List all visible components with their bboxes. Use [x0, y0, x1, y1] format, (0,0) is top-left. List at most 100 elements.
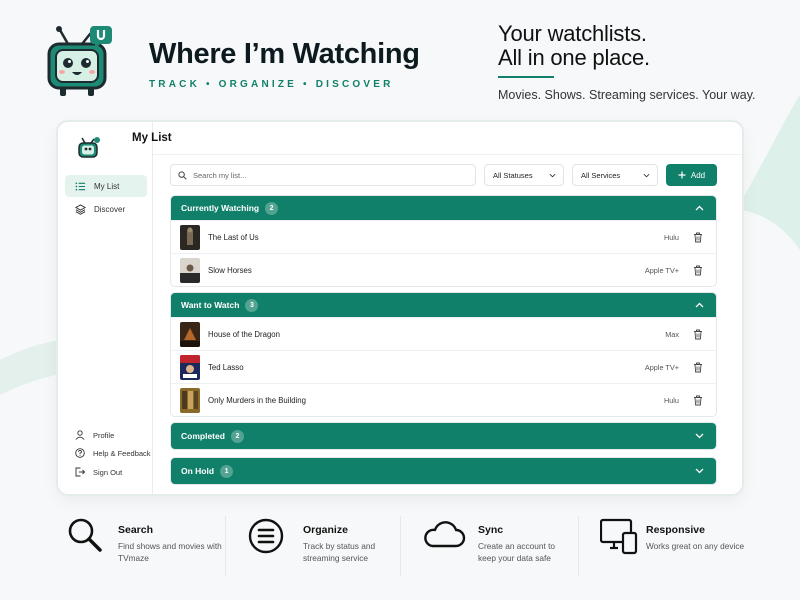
tv-mascot-logo [47, 26, 112, 96]
hero-text: Your watchlists. All in one place. Movie… [498, 22, 788, 102]
brand-tagline: TRACK • ORGANIZE • DISCOVER [149, 79, 394, 90]
layers-icon [75, 203, 86, 215]
poster-thumbnail [180, 224, 200, 250]
feature-title: Responsive [646, 524, 705, 536]
trash-icon[interactable] [693, 232, 703, 243]
item-title: House of the Dragon [208, 329, 280, 339]
list-item[interactable]: Slow Horses Apple TV+ [171, 253, 716, 286]
group-completed: Completed 2 [170, 422, 717, 450]
poster-thumbnail [180, 321, 200, 347]
feature-title: Organize [303, 524, 348, 536]
group-name: Want to Watch [181, 300, 240, 310]
sidebar-item-label: My List [94, 181, 120, 191]
app-logo-icon [78, 137, 100, 158]
search-box[interactable] [170, 164, 476, 186]
group-name: Completed [181, 431, 225, 441]
help-icon [75, 448, 85, 458]
magnifier-icon [68, 518, 102, 552]
chevron-down-icon [549, 173, 556, 177]
sidebar-item-sign-out[interactable]: Sign Out [75, 467, 122, 477]
status-filter-select[interactable]: All Statuses [484, 164, 564, 186]
feature-description: Works great on any device [646, 541, 745, 551]
poster-thumbnail [180, 354, 200, 380]
poster-thumbnail [180, 387, 200, 413]
page-title: My List [132, 132, 172, 144]
feature-responsive: Responsive Works great on any device [600, 508, 780, 580]
hero-divider [498, 76, 554, 78]
group-count-badge: 3 [245, 298, 259, 312]
search-icon [178, 170, 187, 180]
group-currently-watching: Currently Watching 2 The Last of Us Hulu… [170, 195, 717, 287]
group-on-hold: On Hold 1 [170, 457, 717, 485]
feature-divider [400, 516, 401, 576]
sidebar-item-label: Help & Feedback [93, 448, 151, 458]
group-header[interactable]: Completed 2 [171, 423, 716, 449]
user-icon [75, 430, 85, 440]
list-item[interactable]: Only Murders in the Building Hulu [171, 383, 716, 416]
trash-icon[interactable] [693, 395, 703, 406]
group-header[interactable]: On Hold 1 [171, 458, 716, 484]
group-count-badge: 2 [230, 429, 244, 443]
item-service: Apple TV+ [644, 265, 679, 275]
sign-out-icon [75, 467, 85, 477]
devices-icon [600, 518, 638, 555]
feature-divider [225, 516, 226, 576]
sidebar: My List Discover Profile Help & Feedback… [58, 122, 153, 494]
list-toolbar: All Statuses All Services Add [170, 164, 717, 186]
sidebar-item-label: Discover [94, 204, 126, 214]
search-input[interactable] [193, 170, 463, 180]
sidebar-item-label: Profile [93, 430, 115, 440]
list-item[interactable]: House of the Dragon Max [171, 317, 716, 350]
service-filter-select[interactable]: All Services [572, 164, 658, 186]
hero-line-1: Your watchlists. [498, 21, 647, 46]
item-title: Slow Horses [208, 265, 252, 275]
feature-divider [578, 516, 579, 576]
add-button-label: Add [690, 170, 706, 180]
sidebar-item-my-list[interactable]: My List [65, 175, 147, 197]
item-title: The Last of Us [208, 232, 259, 242]
feature-strip: Search Find shows and movies with TVmaze… [0, 508, 800, 600]
item-service: Max [665, 329, 679, 339]
trash-icon[interactable] [693, 329, 703, 340]
cloud-icon [424, 521, 466, 548]
trash-icon[interactable] [693, 362, 703, 373]
group-header[interactable]: Currently Watching 2 [171, 196, 716, 220]
feature-title: Sync [478, 524, 504, 536]
sidebar-item-help-feedback[interactable]: Help & Feedback [75, 448, 151, 458]
feature-sync: Sync Create an account to keep your data… [422, 508, 582, 580]
group-name: Currently Watching [181, 203, 260, 213]
poster-thumbnail [180, 257, 200, 283]
trash-icon[interactable] [693, 265, 703, 276]
feature-organize: Organize Track by status and streaming s… [248, 508, 398, 580]
hero-subtitle: Movies. Shows. Streaming services. Your … [498, 88, 756, 102]
title-divider [153, 154, 742, 155]
list-item[interactable]: The Last of Us Hulu [171, 220, 716, 253]
chevron-down-icon [643, 173, 650, 177]
sidebar-item-discover[interactable]: Discover [65, 198, 147, 220]
chevron-up-icon[interactable] [695, 204, 704, 213]
chevron-up-icon[interactable] [695, 301, 704, 310]
app-window: My List Discover Profile Help & Feedback… [58, 122, 742, 494]
group-want-to-watch: Want to Watch 3 House of the Dragon Max … [170, 292, 717, 417]
add-button[interactable]: Add [666, 164, 717, 186]
sidebar-item-label: Sign Out [93, 467, 123, 477]
item-service: Hulu [663, 395, 679, 405]
item-title: Only Murders in the Building [208, 395, 306, 405]
list-icon [75, 181, 86, 191]
feature-description: Create an account to keep your data safe [478, 541, 556, 563]
chevron-down-icon[interactable] [695, 466, 704, 475]
brand-header: Where I’m Watching TRACK • ORGANIZE • DI… [46, 22, 446, 112]
feature-description: Track by status and streaming service [303, 541, 376, 563]
chevron-down-icon[interactable] [695, 431, 704, 440]
sidebar-item-profile[interactable]: Profile [75, 430, 114, 440]
status-filter-value: All Statuses [493, 170, 533, 180]
group-name: On Hold [181, 466, 215, 476]
brand-title: Where I’m Watching [149, 38, 420, 70]
item-service: Apple TV+ [644, 362, 679, 372]
group-header[interactable]: Want to Watch 3 [171, 293, 716, 317]
group-count-badge: 1 [220, 464, 234, 478]
list-item[interactable]: Ted Lasso Apple TV+ [171, 350, 716, 383]
service-filter-value: All Services [581, 170, 621, 180]
item-service: Hulu [663, 232, 679, 242]
organize-icon [248, 518, 284, 554]
